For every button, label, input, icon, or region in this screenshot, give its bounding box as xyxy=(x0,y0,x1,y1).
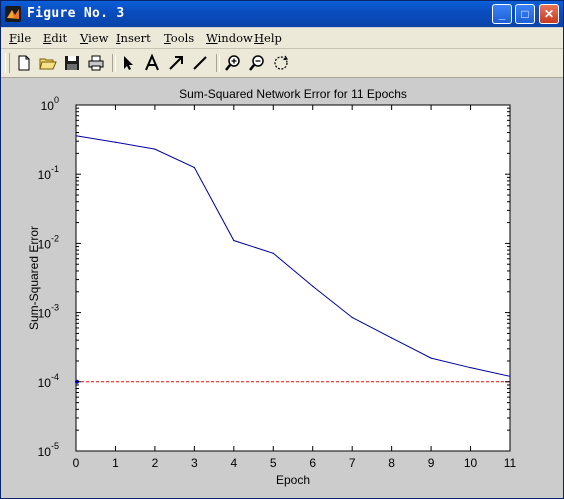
figure-canvas: 0 1 2 3 4 5 6 7 8 9 10 11 100 10-1 10-2 10-3 10-4 10-5 Su… xyxy=(1,78,563,498)
x-axis-label: Epoch xyxy=(276,473,310,487)
error-data-point xyxy=(391,337,393,339)
x-tick-label: 9 xyxy=(428,456,435,470)
error-data-point xyxy=(154,148,156,150)
zoom-out-icon[interactable] xyxy=(247,53,267,73)
y-tick-label: 100 xyxy=(41,95,59,113)
y-tick-exponent: 0 xyxy=(54,95,59,105)
maximize-button[interactable]: □ xyxy=(515,4,535,24)
error-data-point xyxy=(351,316,353,319)
text-icon[interactable] xyxy=(142,53,162,73)
toolbar-separator xyxy=(112,54,116,72)
error-data-point xyxy=(193,166,195,169)
minimize-icon: _ xyxy=(498,7,506,21)
new-figure-icon[interactable] xyxy=(14,53,34,73)
error-data-point xyxy=(509,375,511,377)
close-button[interactable]: ✕ xyxy=(539,4,559,24)
y-tick-base: 10 xyxy=(38,376,52,390)
pointer-icon[interactable] xyxy=(118,53,138,73)
menu-view[interactable]: View xyxy=(80,31,108,45)
open-icon[interactable] xyxy=(38,53,58,73)
y-tick-label: 10-1 xyxy=(38,164,59,182)
arrow-icon[interactable] xyxy=(166,53,186,73)
menu-edit[interactable]: Edit xyxy=(43,31,67,45)
x-tick-label: 4 xyxy=(230,456,237,470)
y-tick-base: 10 xyxy=(38,445,52,459)
y-tick-label: 10-4 xyxy=(38,372,59,390)
print-icon[interactable] xyxy=(86,53,106,73)
error-data-point xyxy=(312,285,314,287)
x-tick-label: 0 xyxy=(73,456,80,470)
error-data-point xyxy=(272,252,274,254)
x-tick-label: 7 xyxy=(349,456,356,470)
y-tick-exponent: -1 xyxy=(51,164,59,174)
toolbar-grip[interactable] xyxy=(5,53,10,73)
matlab-icon[interactable] xyxy=(5,6,21,22)
error-data-point xyxy=(114,141,117,143)
y-axis-label: Sum-Squared Error xyxy=(27,226,41,330)
toolbar xyxy=(1,49,563,78)
y-tick-label: 10-5 xyxy=(38,441,59,459)
x-tick-label: 6 xyxy=(309,456,316,470)
menu-bar: File Edit View Insert Tools Window Help xyxy=(1,28,563,49)
x-tick-label: 2 xyxy=(152,456,159,470)
menu-insert[interactable]: Insert xyxy=(116,31,151,45)
x-tick-label: 8 xyxy=(388,456,395,470)
close-icon: ✕ xyxy=(543,7,555,21)
y-tick-base: 10 xyxy=(41,99,55,113)
line-icon[interactable] xyxy=(190,53,210,73)
error-data-point xyxy=(75,135,77,137)
y-tick-exponent: -2 xyxy=(51,233,59,243)
axes-background[interactable] xyxy=(75,104,511,452)
minimize-button[interactable]: _ xyxy=(492,4,512,24)
figure-window: Figure No. 3 _ □ ✕ File Edit View Insert… xyxy=(0,0,564,499)
menu-file[interactable]: File xyxy=(9,31,31,45)
menu-help[interactable]: Help xyxy=(254,31,282,45)
y-tick-exponent: -5 xyxy=(51,441,59,451)
title-bar[interactable]: Figure No. 3 _ □ ✕ xyxy=(1,1,563,27)
error-data-point xyxy=(430,357,432,359)
menu-window[interactable]: Window xyxy=(206,31,253,45)
x-tick-label: 11 xyxy=(504,456,517,470)
y-tick-exponent: -4 xyxy=(51,372,59,382)
chart-title: Sum-Squared Network Error for 11 Epochs xyxy=(179,87,407,101)
x-tick-label: 10 xyxy=(464,456,478,470)
toolbar-separator xyxy=(216,54,220,72)
zoom-in-icon[interactable] xyxy=(223,53,243,73)
y-tick-exponent: -3 xyxy=(51,303,59,313)
x-tick-label: 1 xyxy=(112,456,119,470)
plot-svg: 0 1 2 3 4 5 6 7 8 9 10 1110010-110-210-310-410-5 Su… xyxy=(27,87,517,487)
rotate-icon[interactable] xyxy=(271,53,291,73)
maximize-icon: □ xyxy=(521,7,529,21)
window-title: Figure No. 3 xyxy=(27,6,125,21)
menu-tools[interactable]: Tools xyxy=(164,31,194,45)
y-tick-base: 10 xyxy=(38,168,52,182)
error-data-point xyxy=(469,367,472,369)
error-data-point xyxy=(233,239,235,242)
x-tick-label: 3 xyxy=(191,456,198,470)
save-icon[interactable] xyxy=(62,53,82,73)
x-tick-label: 5 xyxy=(270,456,277,470)
